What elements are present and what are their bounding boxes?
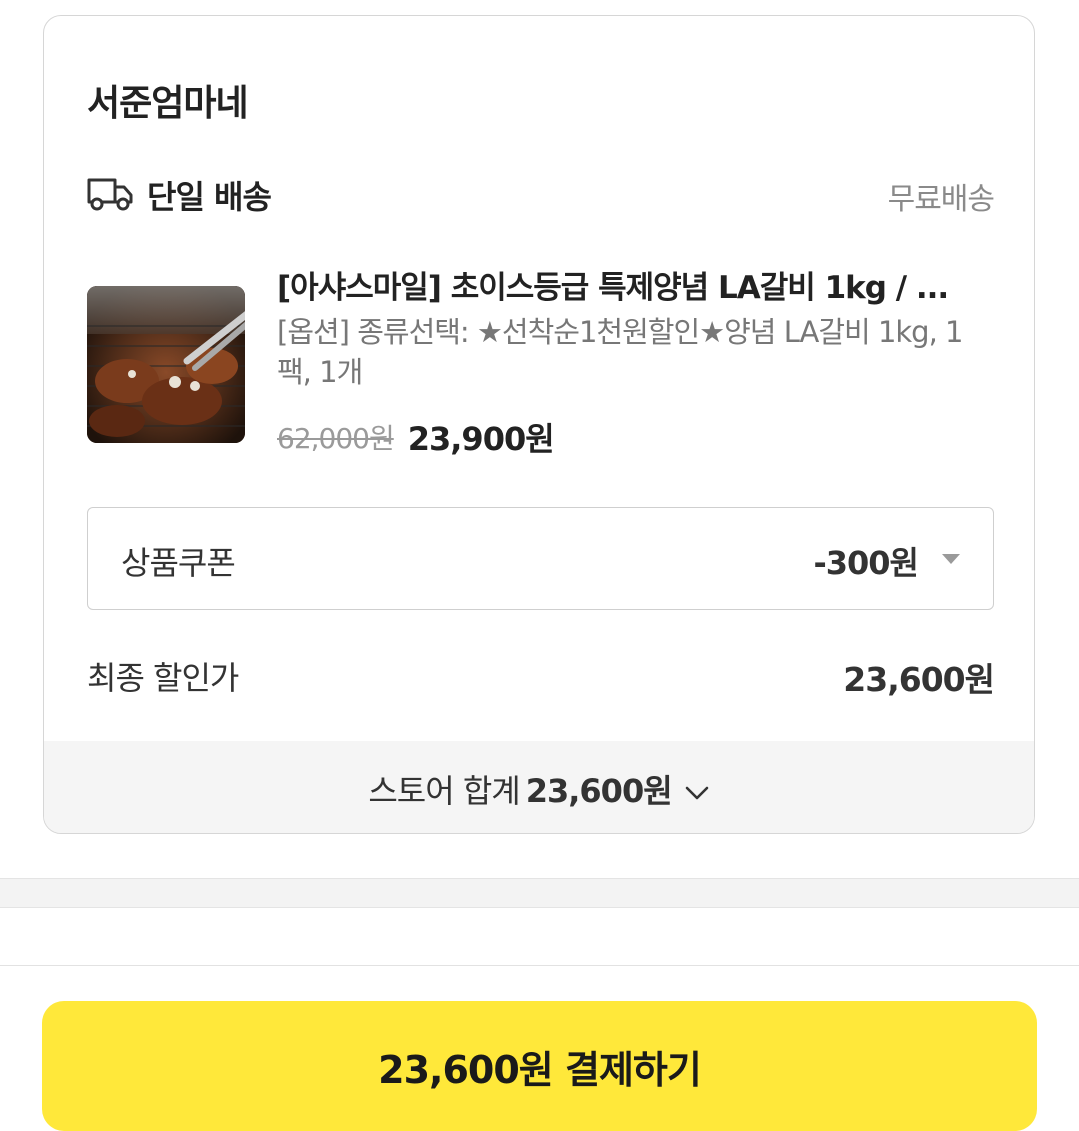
product-thumbnail[interactable] xyxy=(87,286,245,443)
truck-icon xyxy=(87,178,133,211)
store-total-toggle[interactable]: 스토어 합계 23,600원 xyxy=(44,741,1034,833)
product-title[interactable]: [아샤스마일] 초이스등급 특제양념 LA갈비 1kg / ... xyxy=(277,266,997,310)
coupon-label: 상품쿠폰 xyxy=(121,544,236,582)
delivery-fee: 무료배송 xyxy=(887,182,995,217)
original-price: 62,000원 xyxy=(277,422,395,455)
price-row: 62,000원 23,900원 xyxy=(277,414,997,458)
final-price-row: 최종 할인가 23,600원 xyxy=(87,653,995,699)
pay-button-label: 23,600원 결제하기 xyxy=(378,1048,702,1092)
store-total-value: 23,600원 xyxy=(525,772,673,810)
store-total-label: 스토어 합계 xyxy=(368,772,520,810)
delivery-type-label: 단일 배송 xyxy=(147,178,272,216)
delivery-row: 단일 배송 무료배송 xyxy=(87,172,995,217)
section-divider xyxy=(0,878,1079,908)
sale-price: 23,900원 xyxy=(407,420,555,458)
store-total: 스토어 합계 23,600원 xyxy=(368,766,709,812)
product-info: [아샤스마일] 초이스등급 특제양념 LA갈비 1kg / ... [옵션] 종… xyxy=(277,266,997,458)
chevron-down-icon xyxy=(685,786,708,800)
pay-button[interactable]: 23,600원 결제하기 xyxy=(42,1001,1037,1131)
divider xyxy=(0,965,1079,966)
final-price-label: 최종 할인가 xyxy=(87,659,239,697)
coupon-value: -300원 xyxy=(813,544,919,582)
product-option: [옵션] 종류선택: ★선착순1천원할인★양념 LA갈비 1kg, 1팩, 1개 xyxy=(277,315,963,389)
final-price-value: 23,600원 xyxy=(843,660,995,699)
caret-down-icon xyxy=(942,554,960,564)
store-card: 서준엄마네 단일 배송 무료배송 [아샤스마일] 초이스등급 특제양념 LA갈비… xyxy=(43,15,1035,834)
coupon-select[interactable]: 상품쿠폰 -300원 xyxy=(87,507,994,610)
store-name: 서준엄마네 xyxy=(87,83,249,124)
